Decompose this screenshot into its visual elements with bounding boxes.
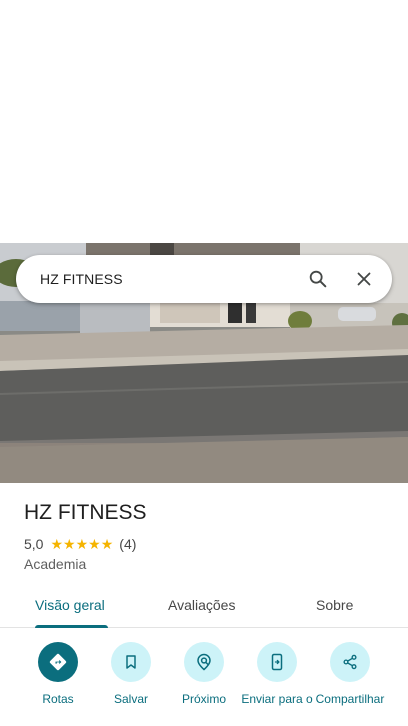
review-count: (4) bbox=[119, 536, 137, 552]
save-button[interactable]: Salvar bbox=[93, 642, 169, 707]
star-icon: ★ bbox=[100, 536, 114, 552]
share-icon[interactable] bbox=[330, 642, 370, 682]
share-label: Compartilhar bbox=[315, 692, 385, 706]
map-blank-area bbox=[0, 0, 408, 243]
place-details-panel: HZ FITNESS 5,0 ★ ★ ★ ★ ★ (4) Academia Vi… bbox=[0, 483, 408, 726]
send-to-phone-label: Enviar para o bbox=[241, 692, 313, 706]
directions-button[interactable]: Rotas bbox=[20, 642, 96, 707]
nearby-label: Próximo bbox=[181, 692, 226, 706]
star-rating: ★ ★ ★ ★ ★ bbox=[50, 537, 113, 551]
nearby-button[interactable]: Próximo bbox=[166, 642, 242, 707]
nearby-icon[interactable] bbox=[184, 642, 224, 682]
active-tab-indicator bbox=[35, 625, 108, 628]
rating-row[interactable]: 5,0 ★ ★ ★ ★ ★ (4) bbox=[24, 536, 136, 552]
place-category: Academia bbox=[24, 556, 87, 572]
bookmark-icon[interactable] bbox=[111, 642, 151, 682]
search-input[interactable]: HZ FITNESS bbox=[40, 271, 292, 287]
rating-value: 5,0 bbox=[24, 536, 44, 552]
directions-icon[interactable] bbox=[38, 642, 78, 682]
star-icon: ★ bbox=[50, 536, 64, 552]
tab-reviews[interactable]: Avaliações bbox=[168, 597, 235, 613]
close-icon[interactable] bbox=[344, 259, 384, 299]
send-to-phone-button[interactable]: Enviar para o bbox=[239, 642, 315, 707]
star-icon: ★ bbox=[88, 536, 101, 552]
directions-label: Rotas bbox=[42, 692, 74, 706]
search-bar[interactable]: HZ FITNESS bbox=[16, 255, 392, 303]
tab-bar: Visão geral Avaliações Sobre bbox=[0, 585, 408, 628]
save-label: Salvar bbox=[113, 692, 148, 706]
action-buttons-row: Rotas Salvar Próximo Enviar para o Compa… bbox=[0, 642, 408, 726]
tab-overview[interactable]: Visão geral bbox=[35, 597, 105, 613]
share-button[interactable]: Compartilhar bbox=[312, 642, 388, 707]
search-icon[interactable] bbox=[298, 259, 338, 299]
star-icon: ★ bbox=[75, 536, 89, 552]
place-name: HZ FITNESS bbox=[24, 501, 147, 524]
send-to-phone-icon[interactable] bbox=[257, 642, 297, 682]
star-icon: ★ bbox=[63, 536, 76, 552]
tab-about[interactable]: Sobre bbox=[316, 597, 353, 613]
